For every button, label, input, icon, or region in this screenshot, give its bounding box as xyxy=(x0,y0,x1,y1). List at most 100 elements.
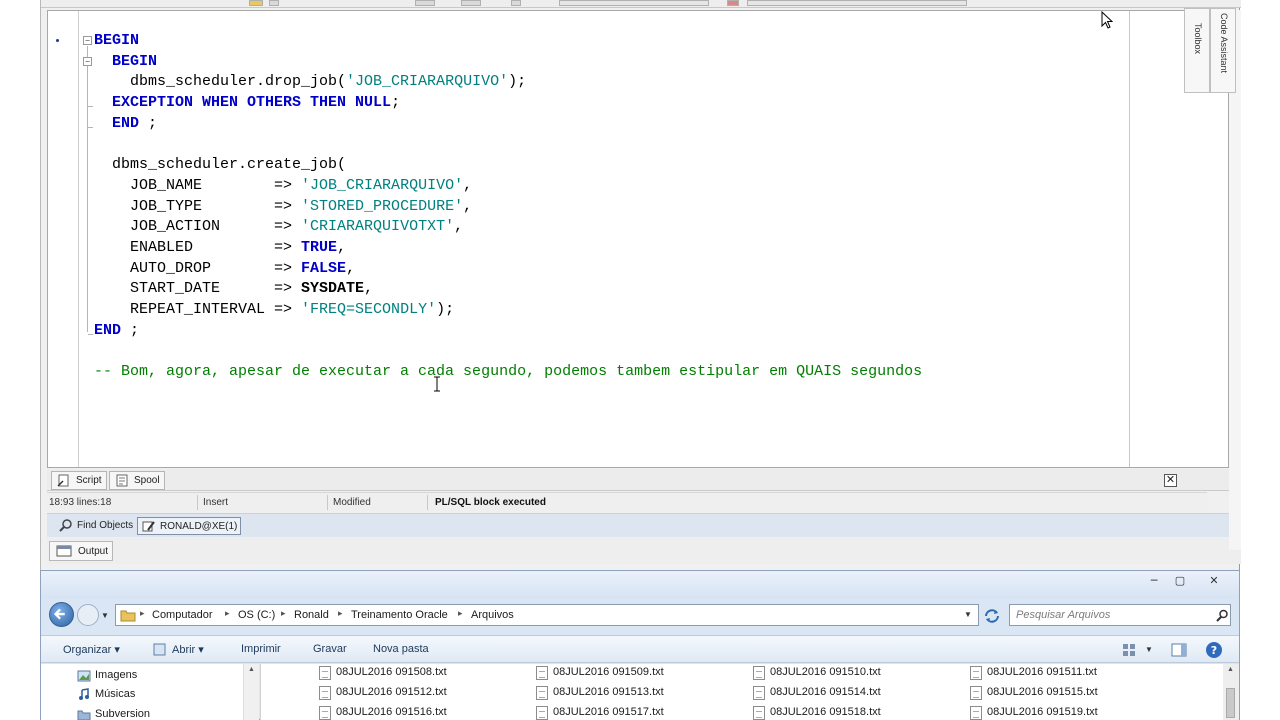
code-line[interactable]: JOB_ACTION => 'CRIARARQUIVOTXT', xyxy=(94,217,922,238)
toolbar-button-group[interactable] xyxy=(747,0,967,6)
back-button[interactable] xyxy=(49,602,74,627)
code-token: 'FREQ=SECONDLY' xyxy=(301,300,437,318)
tab-script[interactable]: Script xyxy=(51,471,107,490)
file-item[interactable]: 08JUL2016 091509.txt xyxy=(536,666,664,680)
breadcrumb-drive[interactable]: OS (C:) xyxy=(238,609,275,621)
code-line[interactable]: REPEAT_INTERVAL => 'FREQ=SECONDLY'); xyxy=(94,300,922,321)
code-line[interactable]: END ; xyxy=(94,114,922,135)
breadcrumb-treinamento[interactable]: Treinamento Oracle xyxy=(351,609,448,621)
view-dropdown-icon[interactable]: ▼ xyxy=(1145,645,1153,654)
file-item[interactable]: 08JUL2016 091508.txt xyxy=(319,666,447,680)
file-item[interactable]: 08JUL2016 091519.txt xyxy=(970,706,1098,720)
file-item[interactable]: 08JUL2016 091512.txt xyxy=(319,686,447,700)
burn-button[interactable]: Gravar xyxy=(313,643,347,655)
tab-spool[interactable]: Spool xyxy=(109,471,165,490)
sql-editor[interactable]: − − BEGIN BEGIN dbms_scheduler.drop_job(… xyxy=(47,10,1229,468)
mouse-pointer-icon xyxy=(1101,11,1113,29)
tab-code-assistant[interactable]: Code Assistant xyxy=(1210,8,1236,93)
toolbar-button[interactable] xyxy=(269,0,279,6)
code-line[interactable]: -- Bom, agora, apesar de executar a cada… xyxy=(94,362,922,383)
code-line[interactable]: dbms_scheduler.drop_job('JOB_CRIARARQUIV… xyxy=(94,72,922,93)
output-panel-bar: Output xyxy=(47,538,1241,564)
code-line[interactable]: EXCEPTION WHEN OTHERS THEN NULL; xyxy=(94,93,922,114)
search-input[interactable]: Pesquisar Arquivos xyxy=(1009,604,1231,626)
breadcrumb-computador[interactable]: Computador xyxy=(152,609,213,621)
code-token: EXCEPTION WHEN OTHERS THEN NULL xyxy=(112,94,392,112)
scroll-thumb[interactable] xyxy=(1226,688,1235,718)
code-token: ); xyxy=(508,73,527,91)
toolbar-button[interactable] xyxy=(461,0,481,6)
search-icon[interactable] xyxy=(1216,609,1229,622)
file-item[interactable]: 08JUL2016 091517.txt xyxy=(536,706,664,720)
code-line[interactable] xyxy=(94,341,922,362)
code-line[interactable]: END ; xyxy=(94,321,922,342)
file-item[interactable]: 08JUL2016 091516.txt xyxy=(319,706,447,720)
refresh-icon[interactable] xyxy=(983,608,1001,624)
code-token: ; xyxy=(121,321,140,339)
fold-toggle[interactable]: − xyxy=(83,57,92,66)
file-explorer-window: ─ ▢ ✕ ▼ ▸ Computador ▸ OS (C:) ▸ Ronald … xyxy=(40,570,1240,720)
file-name: 08JUL2016 091515.txt xyxy=(987,686,1098,698)
file-item[interactable]: 08JUL2016 091511.txt xyxy=(970,666,1097,680)
code-line[interactable]: JOB_TYPE => 'STORED_PROCEDURE', xyxy=(94,197,922,218)
output-button[interactable]: Output xyxy=(49,541,113,561)
scroll-up-icon[interactable]: ▲ xyxy=(1227,666,1234,673)
back-arrow-icon xyxy=(53,608,65,620)
file-item[interactable]: 08JUL2016 091518.txt xyxy=(753,706,881,720)
minimize-button[interactable]: ─ xyxy=(1141,574,1167,589)
toolbar-button-group[interactable] xyxy=(559,0,709,6)
file-item[interactable]: 08JUL2016 091515.txt xyxy=(970,686,1098,700)
address-dropdown-icon[interactable]: ▼ xyxy=(964,610,972,619)
code-line[interactable]: START_DATE => SYSDATE, xyxy=(94,279,922,300)
code-line[interactable]: JOB_NAME => 'JOB_CRIARARQUIVO', xyxy=(94,176,922,197)
code-token: JOB_ACTION => xyxy=(94,218,302,236)
tab-toolbox[interactable]: Toolbox xyxy=(1184,8,1210,93)
fold-guide xyxy=(87,46,88,332)
toolbar-button[interactable] xyxy=(511,0,521,6)
help-icon[interactable]: ? xyxy=(1205,641,1223,659)
status-message: PL/SQL block executed xyxy=(435,497,546,508)
nav-item-imagens[interactable]: Imagens xyxy=(77,669,137,682)
organize-button[interactable]: Organizar ▾ xyxy=(63,643,120,656)
file-item[interactable]: 08JUL2016 091510.txt xyxy=(753,666,881,680)
file-item[interactable]: 08JUL2016 091513.txt xyxy=(536,686,664,700)
text-cursor-icon xyxy=(434,376,440,392)
view-options-icon[interactable] xyxy=(1121,642,1137,658)
code-line[interactable]: BEGIN xyxy=(94,31,922,52)
file-list: 08JUL2016 091508.txt 08JUL2016 091509.txt… xyxy=(260,664,1226,720)
fold-toggle[interactable]: − xyxy=(83,36,92,45)
breadcrumb-ronald[interactable]: Ronald xyxy=(294,609,329,621)
nav-item-musicas[interactable]: Músicas xyxy=(77,688,135,700)
preview-pane-icon[interactable] xyxy=(1171,642,1187,658)
code-line[interactable]: BEGIN xyxy=(94,52,922,73)
toolbar-button[interactable] xyxy=(415,0,435,6)
output-label: Output xyxy=(78,546,109,557)
close-tab-button[interactable]: ✕ xyxy=(1164,474,1177,487)
connection-tab[interactable]: RONALD@XE(1) xyxy=(137,517,241,535)
print-button[interactable]: Imprimir xyxy=(241,643,281,655)
breadcrumb-arquivos[interactable]: Arquivos xyxy=(471,609,514,621)
history-dropdown-icon[interactable]: ▼ xyxy=(101,611,109,620)
find-objects-button[interactable]: Find Objects xyxy=(55,517,135,535)
scroll-up-icon[interactable]: ▲ xyxy=(248,666,255,673)
navigation-scrollbar[interactable]: ▲ xyxy=(243,664,259,720)
file-name: 08JUL2016 091513.txt xyxy=(553,686,664,698)
address-bar[interactable]: ▸ Computador ▸ OS (C:) ▸ Ronald ▸ Treina… xyxy=(115,604,979,626)
new-folder-button[interactable]: Nova pasta xyxy=(373,643,429,655)
file-list-scrollbar[interactable]: ▲ xyxy=(1223,664,1239,720)
toolbar-button[interactable] xyxy=(249,0,263,6)
code-text[interactable]: BEGIN BEGIN dbms_scheduler.drop_job('JOB… xyxy=(94,31,922,383)
code-line[interactable]: dbms_scheduler.create_job( xyxy=(94,155,922,176)
code-line[interactable]: AUTO_DROP => FALSE, xyxy=(94,259,922,280)
file-name: 08JUL2016 091508.txt xyxy=(336,666,447,678)
code-line[interactable] xyxy=(94,134,922,155)
maximize-button[interactable]: ▢ xyxy=(1167,574,1193,589)
open-button[interactable]: Abrir ▾ xyxy=(172,643,204,656)
output-icon xyxy=(56,545,72,557)
code-line[interactable]: ENABLED => TRUE, xyxy=(94,238,922,259)
toolbar-button[interactable] xyxy=(727,0,739,6)
file-item[interactable]: 08JUL2016 091514.txt xyxy=(753,686,881,700)
close-button[interactable]: ✕ xyxy=(1201,574,1227,589)
forward-button[interactable] xyxy=(77,604,99,626)
nav-item-subversion[interactable]: Subversion xyxy=(77,708,150,720)
